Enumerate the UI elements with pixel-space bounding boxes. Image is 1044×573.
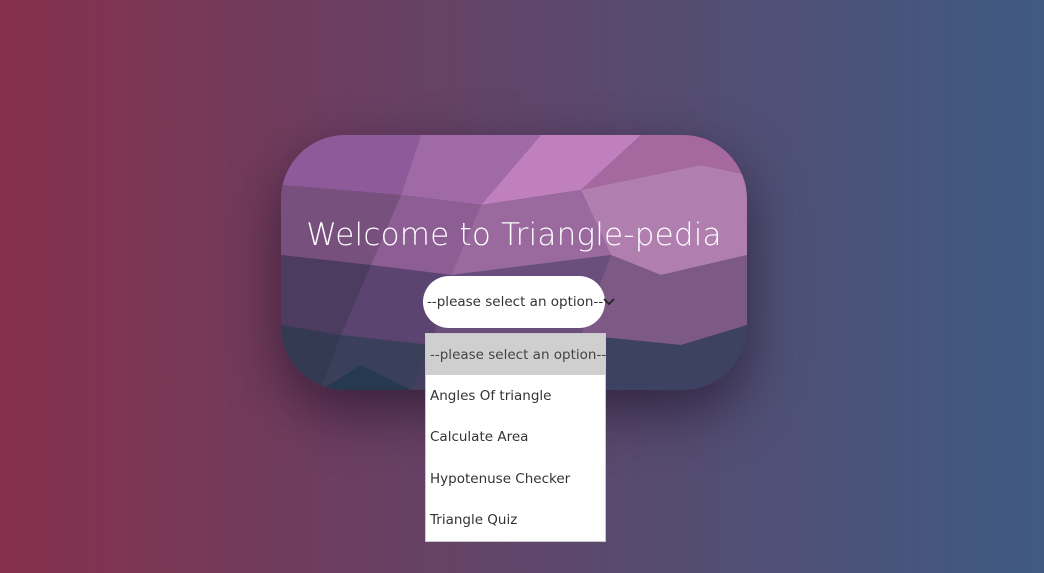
select-value: --please select an option-- [427, 294, 604, 310]
option-angles-of-triangle[interactable]: Angles Of triangle [426, 375, 605, 416]
option-select[interactable]: --please select an option-- [423, 276, 615, 328]
option-calculate-area[interactable]: Calculate Area [426, 417, 605, 458]
option-triangle-quiz[interactable]: Triangle Quiz [426, 500, 605, 541]
select-dropdown-list: --please select an option-- Angles Of tr… [425, 333, 606, 542]
chevron-down-icon [603, 295, 615, 309]
option-hypotenuse-checker[interactable]: Hypotenuse Checker [426, 458, 605, 499]
option-placeholder[interactable]: --please select an option-- [426, 334, 606, 376]
page-title: Welcome to Triangle-pedia [306, 217, 722, 253]
